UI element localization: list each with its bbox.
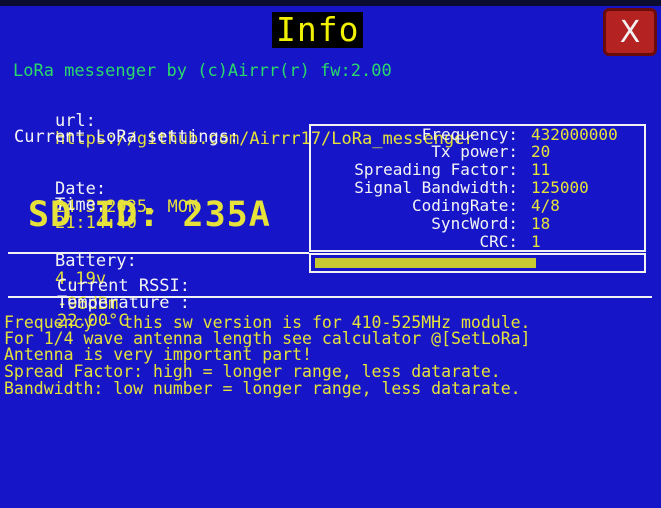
rssi-meter xyxy=(309,253,646,273)
divider xyxy=(8,252,309,254)
settings-heading: Current LoRa settings: xyxy=(14,127,240,147)
window-title: Info xyxy=(272,12,364,48)
note-line: Antenna is very important part! xyxy=(4,345,312,364)
setting-row-tx-power: Tx power: 20 xyxy=(311,143,644,161)
setting-label: CRC: xyxy=(479,232,518,251)
setting-label: CodingRate: xyxy=(412,196,518,215)
setting-label: Spreading Factor: xyxy=(354,160,518,179)
setting-value: 18 xyxy=(531,214,551,233)
lora-settings-box: Frequency: 432000000 Tx power: 20 Spread… xyxy=(309,124,646,252)
setting-label: Tx power: xyxy=(431,142,518,161)
setting-value: 125000 xyxy=(531,178,589,197)
setting-value: 20 xyxy=(531,142,551,161)
setting-row-signal-bandwidth: Signal Bandwidth: 125000 xyxy=(311,179,644,197)
note-line: Bandwidth: low number = longer range, le… xyxy=(4,379,521,398)
setting-row-crc: CRC: 1 xyxy=(311,233,644,251)
setting-row-sync-word: SyncWord: 18 xyxy=(311,215,644,233)
setting-label: SyncWord: xyxy=(431,214,518,233)
close-button[interactable]: X xyxy=(603,8,657,56)
note-line: Spread Factor: high = longer range, less… xyxy=(4,362,501,381)
close-icon: X xyxy=(619,14,641,50)
sd-id: SD ID: 235A xyxy=(28,195,271,235)
setting-row-spreading-factor: Spreading Factor: 11 xyxy=(311,161,644,179)
app-version-line: LoRa messenger by (c)Airrr(r) fw:2.00 xyxy=(13,61,392,81)
bezel xyxy=(0,0,661,6)
setting-value: 1 xyxy=(531,232,541,251)
rssi-meter-fill xyxy=(315,258,536,268)
setting-value: 11 xyxy=(531,160,551,179)
info-screen: Info X LoRa messenger by (c)Airrr(r) fw:… xyxy=(0,0,661,508)
setting-label: Signal Bandwidth: xyxy=(354,178,518,197)
temperature-label: Temperature : xyxy=(56,293,191,313)
setting-value: 4/8 xyxy=(531,196,560,215)
setting-row-coding-rate: CodingRate: 4/8 xyxy=(311,197,644,215)
